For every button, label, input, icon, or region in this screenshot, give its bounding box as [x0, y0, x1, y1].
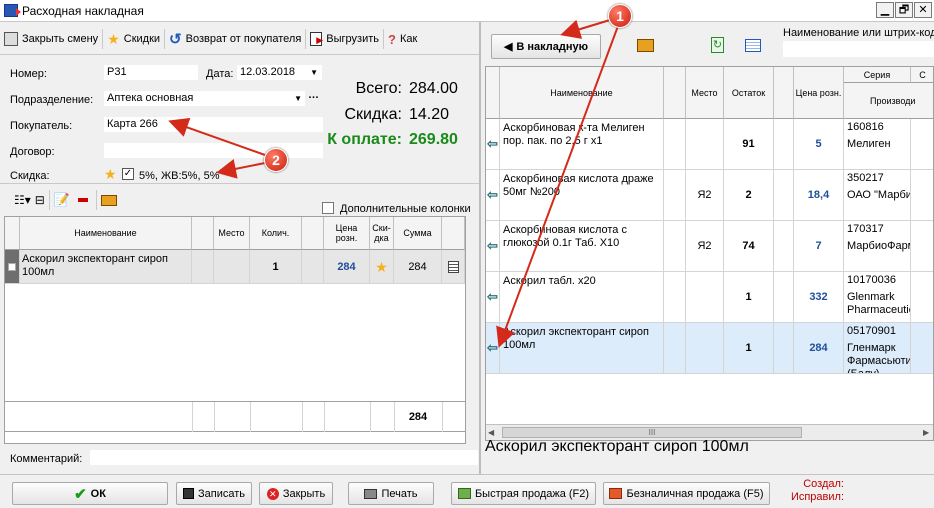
callout-badge-1: 1	[608, 4, 632, 28]
callout-1-arrow-to-button	[560, 19, 611, 39]
callout-badge-2: 2	[264, 148, 288, 172]
edited-label: Исправил:	[790, 491, 844, 503]
printer-icon	[364, 488, 378, 499]
cashless-sale-label: Безналичная продажа (F5)	[626, 487, 764, 500]
quick-sale-button[interactable]: Быстрая продажа (F2)	[451, 482, 596, 505]
close-label: Закрыть	[282, 487, 326, 500]
callout-2-arrow-to-discount	[216, 159, 266, 179]
quick-sale-label: Быстрая продажа (F2)	[474, 487, 590, 500]
floppy-icon	[182, 488, 194, 499]
card-icon	[609, 488, 623, 499]
cashless-sale-button[interactable]: Безналичная продажа (F5)	[603, 482, 770, 505]
checkmark-icon: ✔	[74, 485, 87, 503]
bottom-bar: ✔ ОК Записать ✕ Закрыть Печать Быстрая п…	[0, 474, 934, 508]
created-label: Создал:	[803, 478, 844, 490]
ok-button[interactable]: ✔ ОК	[12, 482, 168, 505]
print-label: Печать	[381, 487, 418, 500]
save-button[interactable]: Записать	[176, 482, 252, 505]
callout-1-arrow-to-row	[496, 25, 619, 348]
close-button[interactable]: ✕ Закрыть	[259, 482, 333, 505]
ok-label: ОК	[90, 487, 106, 500]
annotation-layer	[168, 19, 619, 348]
save-label: Записать	[197, 487, 245, 500]
quick-sale-icon	[457, 488, 471, 499]
callout-2-arrow-to-buyer	[168, 117, 266, 156]
close-icon: ✕	[266, 487, 279, 500]
print-button[interactable]: Печать	[348, 482, 434, 505]
